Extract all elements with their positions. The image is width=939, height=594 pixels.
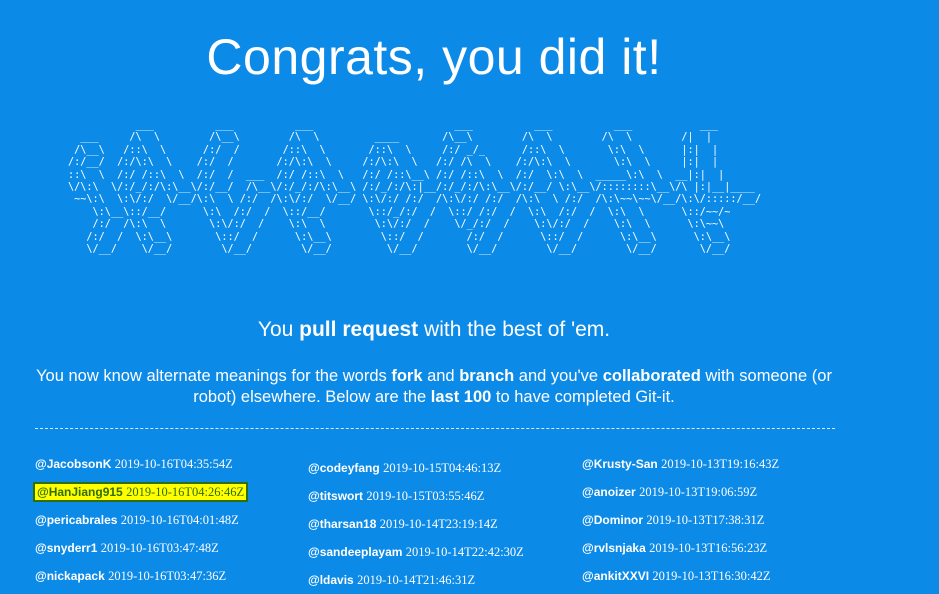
desc-text: and (422, 367, 460, 385)
user-link[interactable]: @sandeeplayam (308, 545, 402, 559)
dashed-divider (35, 428, 835, 429)
list-item: @ldavis 2019-10-14T21:46:31Z (308, 566, 578, 594)
timestamp: 2019-10-16T04:35:54Z (114, 457, 233, 471)
desc-text: and you've (514, 367, 603, 385)
timestamp: 2019-10-16T04:01:48Z (120, 513, 239, 527)
timestamp: 2019-10-15T04:46:13Z (383, 461, 502, 475)
timestamp: 2019-10-13T16:30:42Z (652, 569, 771, 583)
user-link[interactable]: @HanJiang915 (37, 485, 123, 499)
timestamp: 2019-10-13T17:38:31Z (646, 513, 765, 527)
user-link[interactable]: @tharsan18 (308, 517, 376, 531)
highlighted-entry: @HanJiang915 2019-10-16T04:26:46Z (32, 482, 249, 502)
user-link[interactable]: @titswort (308, 489, 363, 503)
description: You now know alternate meanings for the … (30, 366, 838, 408)
user-link[interactable]: @nickapack (35, 569, 105, 583)
list-item: @codeyfang 2019-10-15T04:46:13Z (308, 454, 578, 482)
desc-bold-branch: branch (459, 367, 515, 385)
user-link[interactable]: @Krusty-San (582, 457, 658, 471)
list-item: @titswort 2019-10-15T03:55:46Z (308, 482, 578, 510)
tagline: You pull request with the best of 'em. (0, 318, 868, 342)
timestamp: 2019-10-13T16:56:23Z (649, 541, 768, 555)
list-item: @tharsan18 2019-10-14T23:19:14Z (308, 510, 578, 538)
user-link[interactable]: @anoizer (582, 485, 636, 499)
user-link[interactable]: @ankitXXVI (582, 569, 649, 583)
timestamp: 2019-10-14T21:46:31Z (357, 573, 476, 587)
timestamp: 2019-10-16T04:26:46Z (126, 485, 245, 499)
desc-bold-fork: fork (391, 367, 423, 385)
timestamp: 2019-10-13T19:16:43Z (661, 457, 780, 471)
user-link[interactable]: @JacobsonK (35, 457, 111, 471)
user-link[interactable]: @Dominor (582, 513, 643, 527)
desc-text: to have completed Git-it. (491, 388, 675, 406)
list-item: @nickapack 2019-10-16T03:47:36Z (35, 562, 305, 590)
list-item: @Dominor 2019-10-13T17:38:31Z (582, 506, 852, 534)
list-item: @snyderr1 2019-10-16T03:47:48Z (35, 534, 305, 562)
list-item: @rvlsnjaka 2019-10-13T16:56:23Z (582, 534, 852, 562)
completions-column-2: @codeyfang 2019-10-15T04:46:13Z @titswor… (308, 454, 578, 594)
user-link[interactable]: @snyderr1 (35, 541, 97, 555)
desc-bold-collaborated: collaborated (602, 367, 701, 385)
list-item: @Krusty-San 2019-10-13T19:16:43Z (582, 450, 852, 478)
user-link[interactable]: @ldavis (308, 573, 354, 587)
ascii-art-banner: ___ ___ ___ ___ ___ ___ ___ ___ /\ \ /\_… (68, 120, 762, 256)
list-item: @pericabrales 2019-10-16T04:01:48Z (35, 506, 305, 534)
user-link[interactable]: @pericabrales (35, 513, 117, 527)
list-item: @sandeeplayam 2019-10-14T22:42:30Z (308, 538, 578, 566)
list-item: @anoizer 2019-10-13T19:06:59Z (582, 478, 852, 506)
list-item: @ankitXXVI 2019-10-13T16:30:42Z (582, 562, 852, 590)
timestamp: 2019-10-16T03:47:36Z (108, 569, 227, 583)
timestamp: 2019-10-14T22:42:30Z (405, 545, 524, 559)
timestamp: 2019-10-15T03:55:46Z (366, 489, 485, 503)
completions-column-1: @JacobsonK 2019-10-16T04:35:54Z @HanJian… (32, 450, 305, 590)
completions-column-3: @Krusty-San 2019-10-13T19:16:43Z @anoize… (582, 450, 852, 590)
timestamp: 2019-10-13T19:06:59Z (639, 485, 758, 499)
tagline-text: You (257, 318, 300, 341)
user-link[interactable]: @rvlsnjaka (582, 541, 646, 555)
tagline-bold: pull request (299, 318, 419, 341)
page-title: Congrats, you did it! (206, 29, 662, 85)
desc-bold-last-100: last 100 (430, 388, 492, 406)
list-item: @JacobsonK 2019-10-16T04:35:54Z (35, 450, 305, 478)
list-item: @HanJiang915 2019-10-16T04:26:46Z (32, 478, 305, 506)
timestamp: 2019-10-14T23:19:14Z (379, 517, 498, 531)
desc-text: You now know alternate meanings for the … (36, 367, 392, 385)
tagline-text-end: with the best of 'em. (418, 318, 611, 341)
user-link[interactable]: @codeyfang (308, 461, 380, 475)
timestamp: 2019-10-16T03:47:48Z (100, 541, 219, 555)
